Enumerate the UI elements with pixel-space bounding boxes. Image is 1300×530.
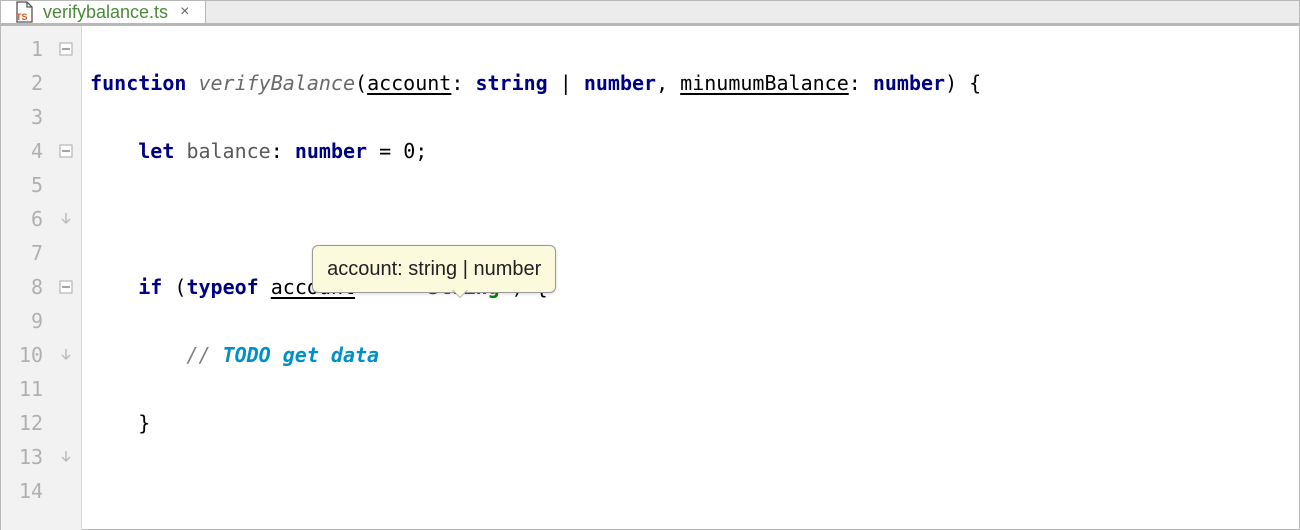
type: number xyxy=(873,71,945,95)
ts-file-icon: TS xyxy=(13,1,35,23)
code-area[interactable]: function verifyBalance(account: string |… xyxy=(82,26,1299,530)
line-number: 2 xyxy=(19,66,43,100)
tab-bar: TS verifybalance.ts × xyxy=(1,1,1299,26)
keyword: function xyxy=(90,71,186,95)
fold-end-icon xyxy=(57,448,75,466)
line-number: 7 xyxy=(19,236,43,270)
line-number: 13 xyxy=(19,440,43,474)
line-number: 1 xyxy=(19,32,43,66)
line-number: 12 xyxy=(19,406,43,440)
keyword: if xyxy=(138,275,162,299)
line-number: 4 xyxy=(19,134,43,168)
function-name: verifyBalance xyxy=(198,71,355,95)
keyword: typeof xyxy=(186,275,258,299)
line-number: 6 xyxy=(19,202,43,236)
number-literal: 0 xyxy=(403,139,415,163)
line-number: 11 xyxy=(19,372,43,406)
code-editor[interactable]: 1 2 3 4 5 6 7 8 9 10 11 12 13 14 xyxy=(1,26,1299,530)
tab-filename: verifybalance.ts xyxy=(43,2,168,23)
tab-verifybalance[interactable]: TS verifybalance.ts × xyxy=(1,1,206,23)
code-line[interactable]: let balance: number = 0; xyxy=(90,134,1299,168)
param: minumumBalance xyxy=(680,71,849,95)
line-numbers: 1 2 3 4 5 6 7 8 9 10 11 12 13 14 xyxy=(1,26,53,530)
type: number xyxy=(295,139,367,163)
line-number: 9 xyxy=(19,304,43,338)
todo-tag: TODO xyxy=(223,343,271,367)
fold-end-icon xyxy=(57,346,75,364)
comment: // TODO get data xyxy=(186,343,379,367)
editor-window: TS verifybalance.ts × 1 2 3 4 5 6 7 8 9 … xyxy=(0,0,1300,530)
line-number: 3 xyxy=(19,100,43,134)
fold-toggle-icon[interactable] xyxy=(57,142,75,160)
type: number xyxy=(584,71,656,95)
fold-column xyxy=(53,26,81,530)
code-line[interactable]: function verifyBalance(account: string |… xyxy=(90,66,1299,100)
line-number: 5 xyxy=(19,168,43,202)
fold-toggle-icon[interactable] xyxy=(57,278,75,296)
type-hint-tooltip: account: string | number xyxy=(312,245,556,293)
fold-toggle-icon[interactable] xyxy=(57,40,75,58)
line-number: 8 xyxy=(19,270,43,304)
code-line[interactable]: if (typeof account === "string") { xyxy=(90,270,1299,304)
param: account xyxy=(367,71,451,95)
line-number: 14 xyxy=(19,474,43,508)
close-icon[interactable]: × xyxy=(176,3,193,21)
keyword: let xyxy=(138,139,174,163)
line-number: 10 xyxy=(19,338,43,372)
code-line[interactable]: } xyxy=(90,406,1299,440)
code-line[interactable] xyxy=(90,474,1299,508)
type: string xyxy=(475,71,547,95)
code-line[interactable] xyxy=(90,202,1299,236)
svg-text:TS: TS xyxy=(16,12,28,22)
gutter: 1 2 3 4 5 6 7 8 9 10 11 12 13 14 xyxy=(1,26,82,530)
identifier: balance xyxy=(186,139,270,163)
fold-end-icon xyxy=(57,210,75,228)
code-line[interactable]: // TODO get data xyxy=(90,338,1299,372)
